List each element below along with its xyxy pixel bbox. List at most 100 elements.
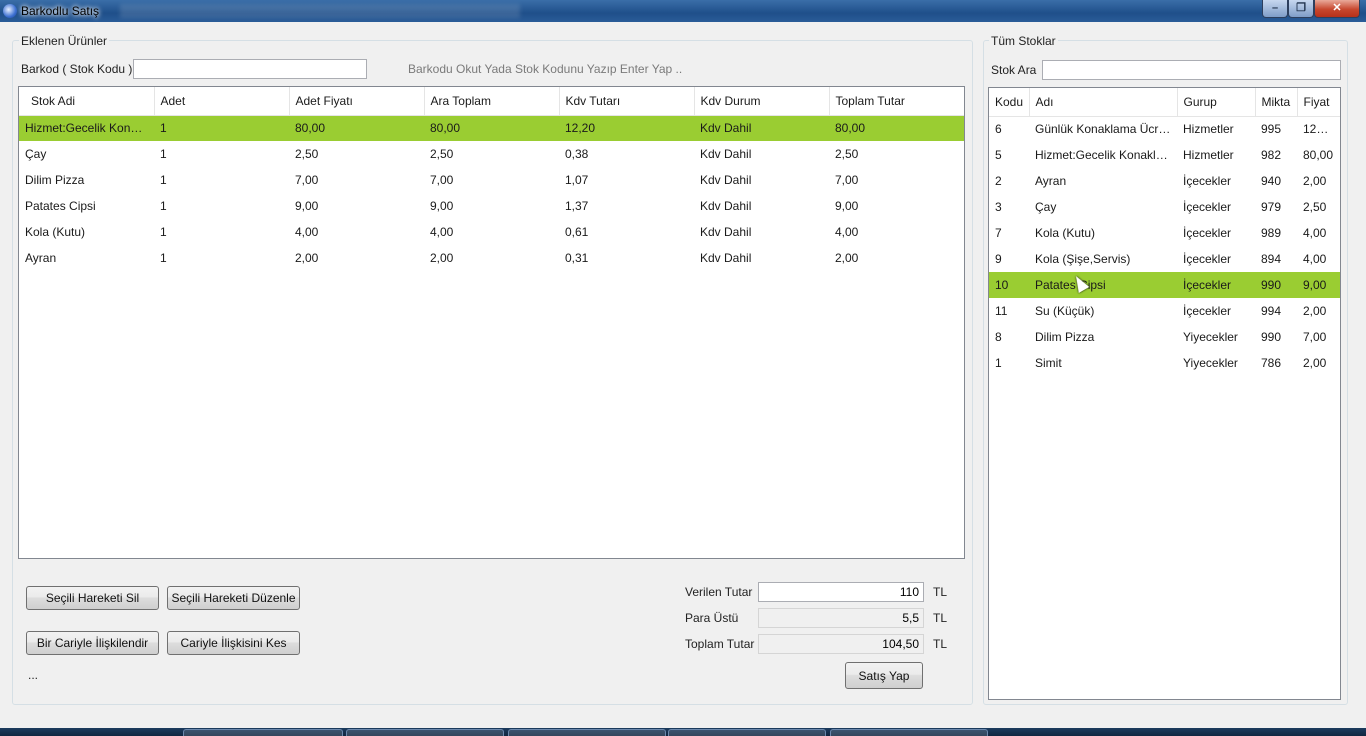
change-label: Para Üstü	[685, 611, 739, 625]
app-icon	[3, 4, 17, 18]
column-header[interactable]: Stok Adi	[19, 87, 155, 116]
table-row[interactable]: 11 Su (Küçük) İçecekler 994 2,00	[989, 298, 1340, 324]
taskbar-item[interactable]	[508, 729, 666, 736]
cell: Hizmetler	[1183, 122, 1234, 137]
table-row[interactable]: Dilim Pizza 1 7,00 7,00 1,07 Kdv Dahil 7…	[19, 167, 964, 193]
table-row[interactable]: 6 Günlük Konaklama Ücreti Hizmetler 995 …	[989, 116, 1340, 142]
total-amount-label: Toplam Tutar	[685, 637, 755, 651]
sell-button[interactable]: Satış Yap	[845, 662, 923, 689]
table-row[interactable]: 8 Dilim Pizza Yiyecekler 990 7,00	[989, 324, 1340, 350]
cell: 1	[160, 251, 167, 265]
cell: 2,00	[835, 251, 859, 265]
table-row[interactable]: Çay 1 2,50 2,50 0,38 Kdv Dahil 2,50	[19, 141, 964, 167]
cell: Patates Cipsi	[1029, 272, 1177, 298]
column-header[interactable]: Kodu	[989, 88, 1030, 117]
column-header[interactable]: Adet	[154, 87, 290, 116]
cell: 990	[1255, 272, 1297, 298]
close-button[interactable]: ✕	[1314, 0, 1360, 18]
column-header[interactable]: Mikta	[1255, 88, 1298, 117]
column-header[interactable]: Fiyat	[1297, 88, 1340, 117]
table-row[interactable]: Patates Cipsi 1 9,00 9,00 1,37 Kdv Dahil…	[19, 193, 964, 219]
cell: 9,00	[835, 199, 859, 213]
cell: 7,00	[430, 173, 454, 187]
table-row[interactable]: 9 Kola (Şişe,Servis) İçecekler 894 4,00	[989, 246, 1340, 272]
cell: 979	[1261, 200, 1282, 214]
taskbar-item[interactable]	[830, 729, 988, 736]
cell: Çay	[1035, 200, 1057, 214]
added-products-grid[interactable]: Stok Adi Adet Adet Fiyatı Ara Toplam Kdv…	[18, 86, 965, 559]
column-header[interactable]: Gurup	[1177, 88, 1256, 117]
cell: Kdv Dahil	[700, 225, 752, 239]
maximize-button[interactable]: ❐	[1288, 0, 1314, 18]
stock-search-input[interactable]	[1042, 60, 1341, 80]
table-row[interactable]: Hizmet:Gecelik Konaklama 1 80,00 80,00 1…	[19, 115, 964, 141]
cell: Su (Küçük)	[1035, 304, 1095, 318]
cell: 2,00	[295, 251, 319, 265]
cell: 0,31	[565, 251, 589, 265]
cell: 4,00	[1303, 226, 1327, 240]
table-row[interactable]: Kola (Kutu) 1 4,00 4,00 0,61 Kdv Dahil 4…	[19, 219, 964, 245]
cell: 1	[160, 225, 167, 239]
cell: Kdv Dahil	[694, 115, 829, 141]
table-row[interactable]: 5 Hizmet:Gecelik Konaklama Hizmetler 982…	[989, 142, 1340, 168]
cell: 2,50	[295, 147, 319, 161]
cell: 2	[995, 174, 1002, 188]
cell: 7,00	[1303, 330, 1327, 344]
column-header[interactable]: Adet Fiyatı	[289, 87, 425, 116]
cell: Kdv Dahil	[700, 173, 752, 187]
cell: 9,00	[1297, 272, 1340, 298]
cell: 995	[1261, 122, 1282, 137]
cell: 2,50	[1303, 200, 1327, 214]
cell: 0,61	[565, 225, 589, 239]
column-header[interactable]: Toplam Tutar	[829, 87, 964, 116]
given-amount-input[interactable]	[758, 582, 924, 602]
column-header[interactable]: Kdv Durum	[694, 87, 830, 116]
column-header[interactable]: Ara Toplam	[424, 87, 560, 116]
stock-search-label: Stok Ara	[991, 63, 1037, 77]
cell: 12,20	[559, 115, 694, 141]
column-header[interactable]: Adı	[1029, 88, 1178, 117]
cell: Kola (Kutu)	[25, 225, 86, 239]
cell: 7,00	[295, 173, 319, 187]
column-header[interactable]: Kdv Tutarı	[559, 87, 695, 116]
all-stocks-grid[interactable]: Kodu Adı Gurup Mikta Fiyat 6 Günlük Kona…	[988, 87, 1341, 700]
all-stocks-header: Kodu Adı Gurup Mikta Fiyat	[989, 88, 1340, 117]
barcode-input[interactable]	[133, 59, 367, 79]
cell: Kdv Dahil	[700, 199, 752, 213]
cell: 4,00	[295, 225, 319, 239]
cell: İçecekler	[1183, 174, 1232, 188]
minimize-button[interactable]: –	[1262, 0, 1288, 18]
cell: Ayran	[1035, 174, 1067, 188]
cell: Dilim Pizza	[1035, 330, 1095, 344]
cell: Yiyecekler	[1183, 330, 1238, 344]
cell: İçecekler	[1177, 272, 1255, 298]
edit-selected-button[interactable]: Seçili Hareketi Düzenle	[167, 586, 300, 610]
link-customer-button[interactable]: Bir Cariyle İlişkilendir	[26, 631, 159, 655]
cell: 1	[160, 173, 167, 187]
window-title: Barkodlu Satış	[21, 4, 100, 18]
table-row[interactable]: 7 Kola (Kutu) İçecekler 989 4,00	[989, 220, 1340, 246]
cell: Kola (Şişe,Servis)	[1035, 252, 1131, 266]
cell: İçecekler	[1183, 200, 1232, 214]
added-products-header: Stok Adi Adet Adet Fiyatı Ara Toplam Kdv…	[19, 87, 964, 116]
table-row[interactable]: Ayran 1 2,00 2,00 0,31 Kdv Dahil 2,00	[19, 245, 964, 271]
cell: Patates Cipsi	[25, 199, 96, 213]
unlink-customer-button[interactable]: Cariyle İlişkisini Kes	[167, 631, 300, 655]
taskbar-item[interactable]	[668, 729, 826, 736]
table-row[interactable]: 3 Çay İçecekler 979 2,50	[989, 194, 1340, 220]
cell: 1	[995, 356, 1002, 370]
cell: Hizmet:Gecelik Konaklama	[1035, 148, 1177, 162]
cell: 1	[160, 147, 167, 161]
delete-selected-button[interactable]: Seçili Hareketi Sil	[26, 586, 159, 610]
taskbar-item[interactable]	[183, 729, 343, 736]
status-text: ...	[28, 668, 39, 682]
cell: 6	[995, 122, 1002, 137]
total-amount-field	[758, 634, 924, 654]
title-bar[interactable]: Barkodlu Satış – ❐ ✕	[0, 0, 1366, 22]
taskbar-item[interactable]	[346, 729, 504, 736]
table-row[interactable]: 1 Simit Yiyecekler 786 2,00	[989, 350, 1340, 376]
cell: 80,00	[424, 115, 559, 141]
table-row[interactable]: 10 Patates Cipsi İçecekler 990 9,00	[989, 272, 1340, 298]
cell: Çay	[25, 147, 47, 161]
table-row[interactable]: 2 Ayran İçecekler 940 2,00	[989, 168, 1340, 194]
